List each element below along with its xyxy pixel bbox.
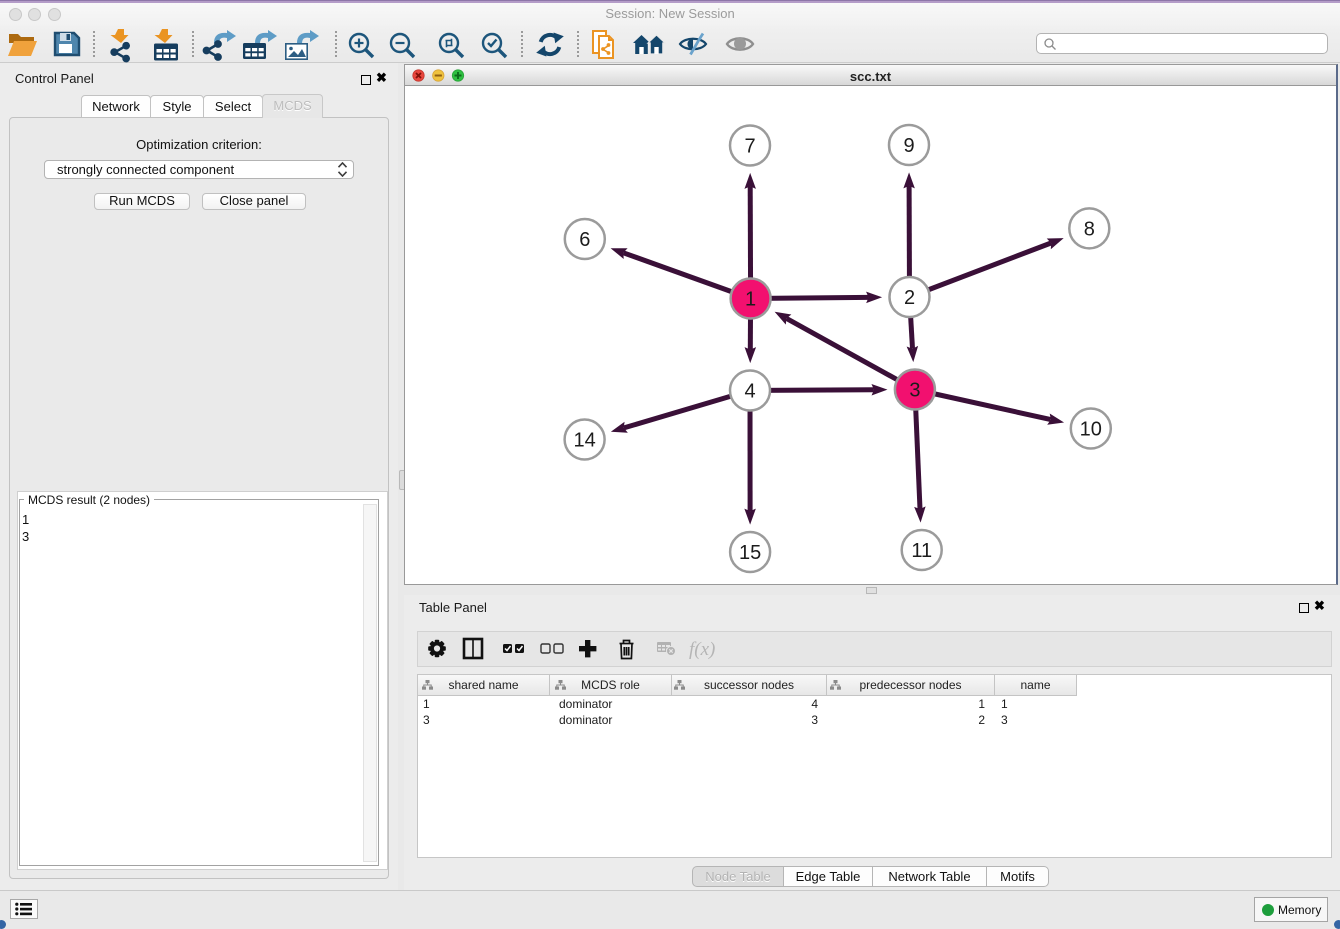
svg-text:7: 7 xyxy=(744,136,755,158)
svg-text:6: 6 xyxy=(579,229,590,251)
svg-text:3: 3 xyxy=(909,380,920,402)
svg-text:8: 8 xyxy=(1084,218,1095,240)
svg-text:1: 1 xyxy=(745,289,756,311)
svg-text:2: 2 xyxy=(904,287,915,309)
svg-text:9: 9 xyxy=(903,135,914,157)
svg-text:4: 4 xyxy=(744,381,755,403)
svg-text:14: 14 xyxy=(573,430,595,452)
svg-text:10: 10 xyxy=(1080,419,1102,441)
svg-text:f(x): f(x) xyxy=(689,639,715,660)
svg-text:15: 15 xyxy=(739,542,761,564)
svg-text:11: 11 xyxy=(911,540,932,562)
